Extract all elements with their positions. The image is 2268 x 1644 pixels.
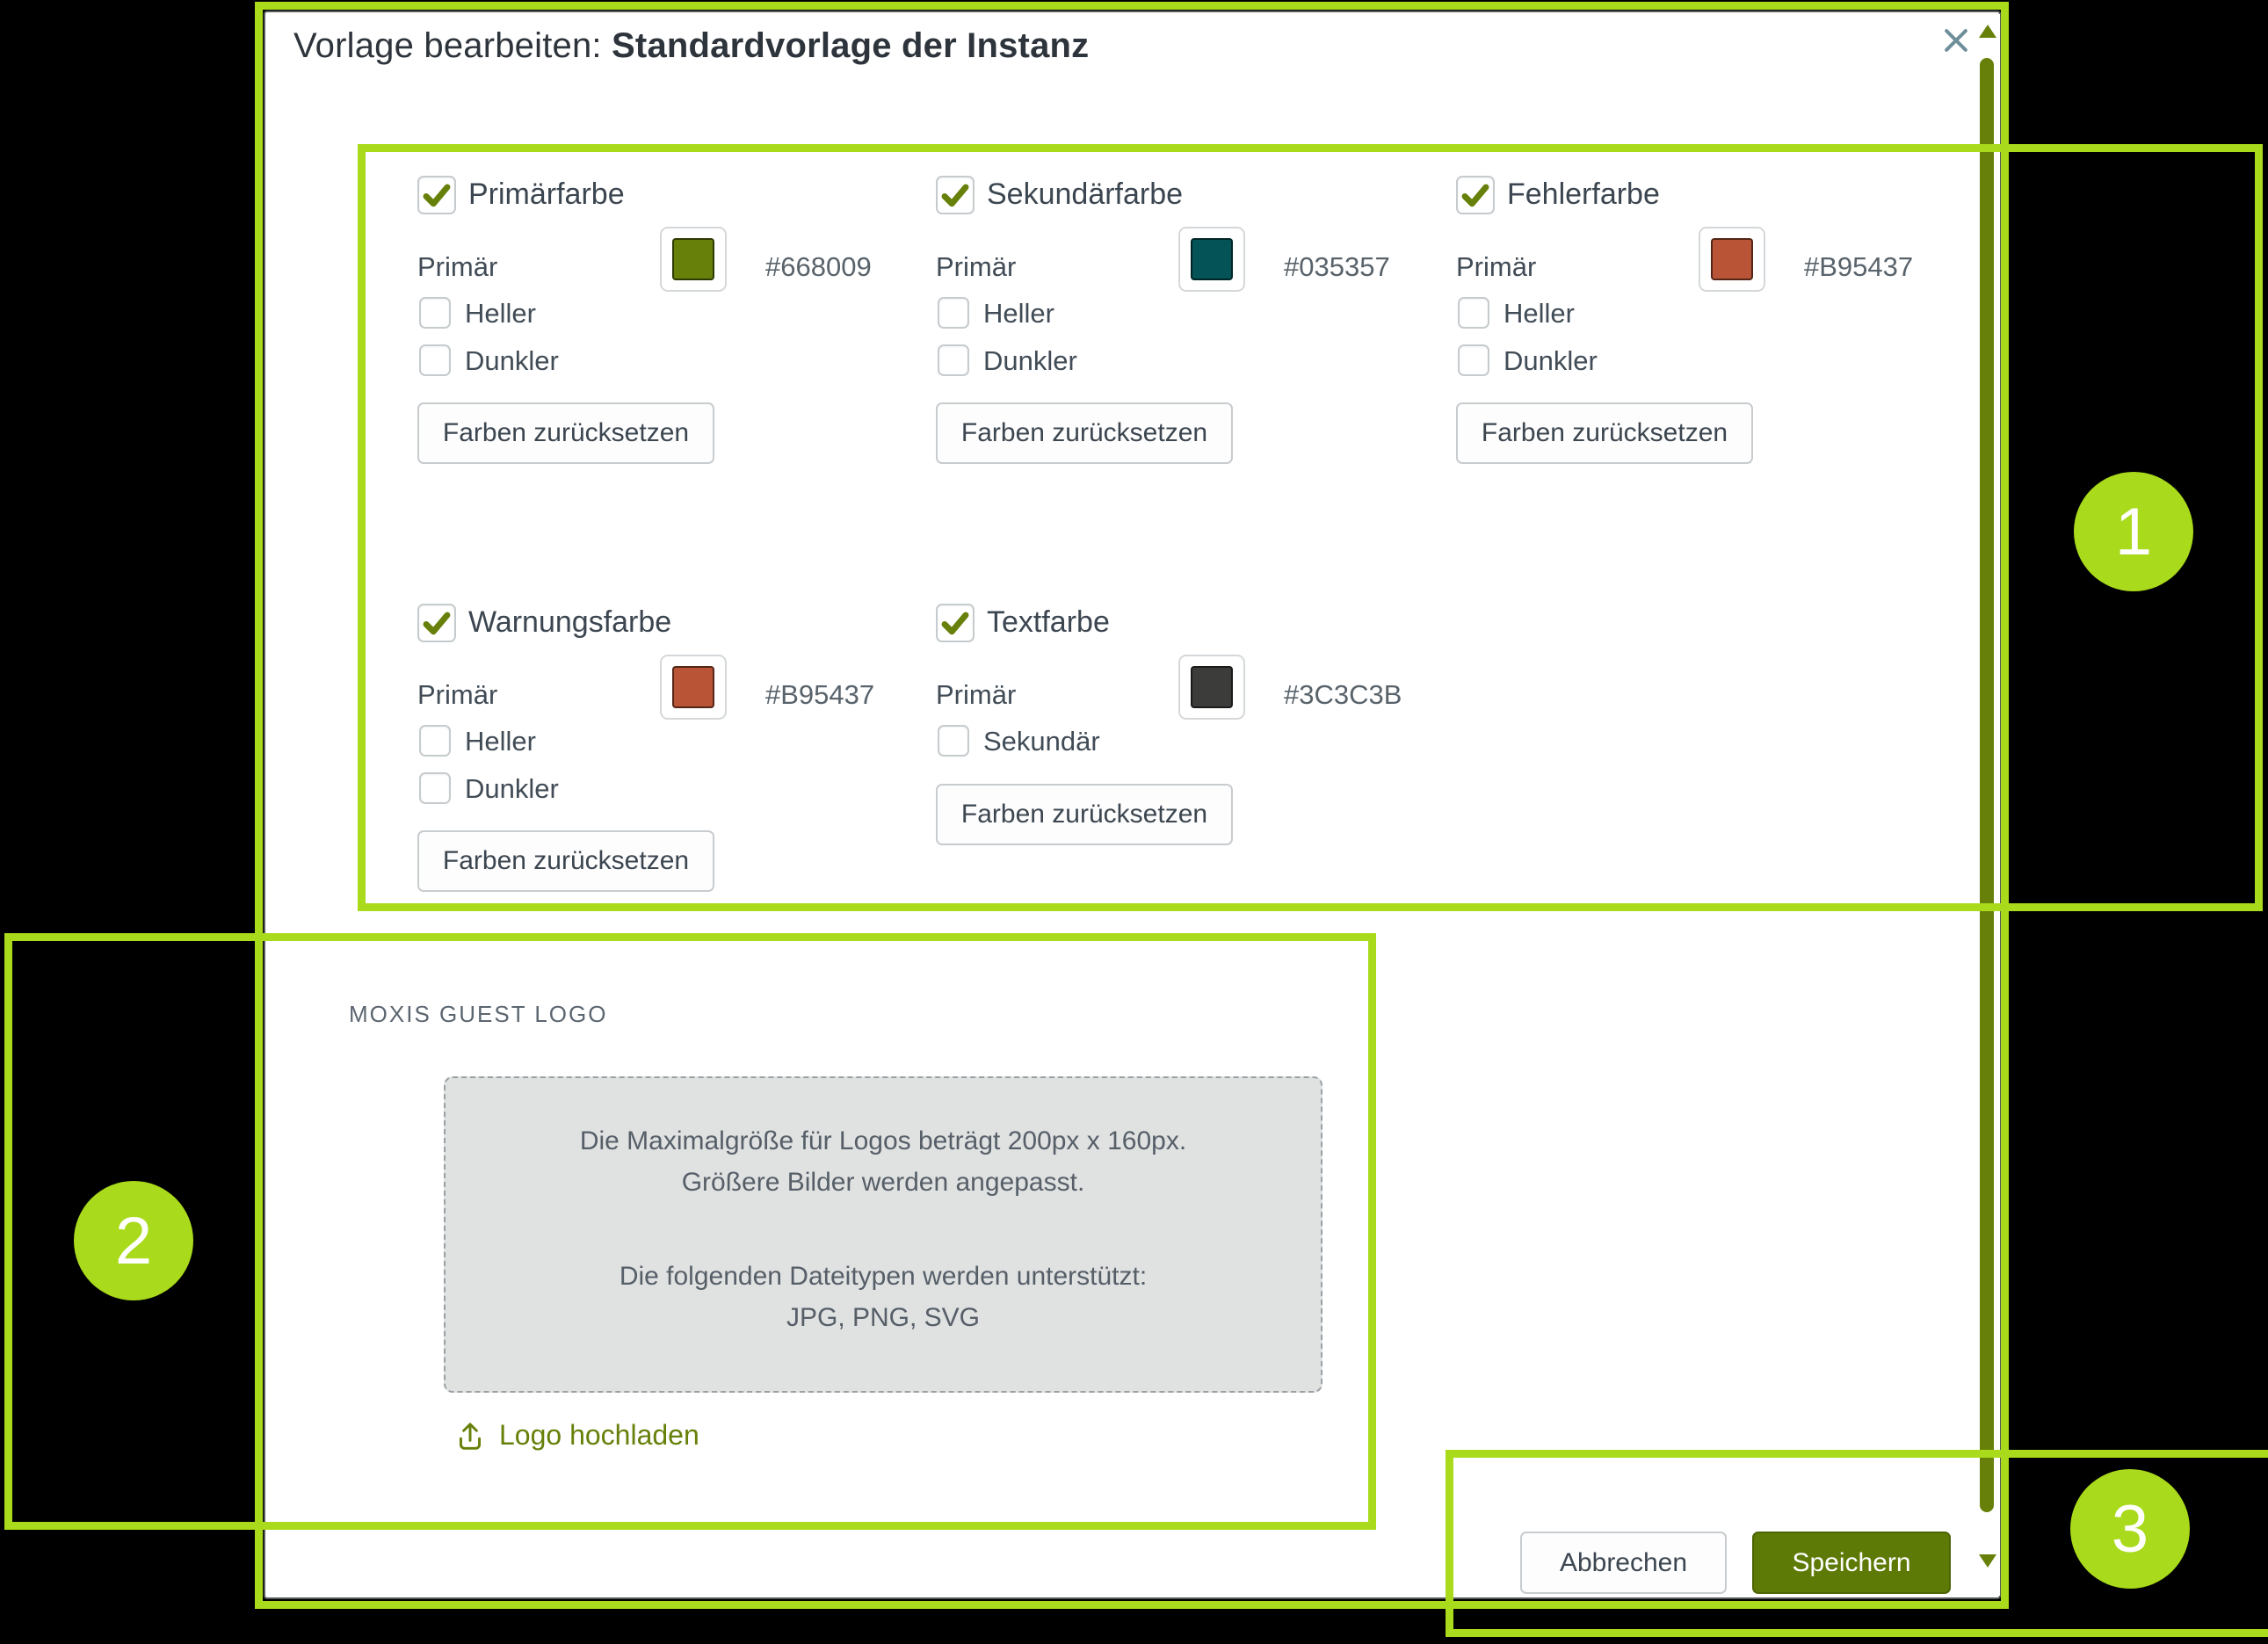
- hex-value: #035357: [1284, 251, 1390, 283]
- sekundaerfarbe-checkbox[interactable]: [936, 176, 975, 214]
- fehlerfarbe-checkbox[interactable]: [1456, 176, 1495, 214]
- color-swatch-button[interactable]: [660, 227, 727, 292]
- logo-section-header: MOXIS GUEST LOGO: [349, 1001, 607, 1028]
- scrollbar-thumb[interactable]: [1980, 58, 1994, 1512]
- heller-label: Heller: [1504, 298, 1575, 330]
- section-label: Warnungsfarbe: [468, 604, 671, 642]
- swatch-label: Primär: [417, 679, 497, 711]
- reset-colors-button[interactable]: Farben zurücksetzen: [417, 402, 714, 464]
- dunkler-checkbox[interactable]: [1458, 344, 1489, 376]
- checkmark-icon: [1460, 179, 1491, 211]
- heller-checkbox[interactable]: [938, 297, 969, 329]
- annotation-badge-1: 1: [2074, 472, 2193, 591]
- dropzone-text-line: JPG, PNG, SVG: [446, 1297, 1321, 1338]
- dunkler-label: Dunkler: [1504, 345, 1598, 377]
- swatch-label: Primär: [1456, 251, 1536, 283]
- checkmark-icon: [421, 607, 453, 639]
- swatch-label: Primär: [936, 679, 1016, 711]
- dunkler-checkbox[interactable]: [419, 344, 451, 376]
- color-swatch: [1191, 238, 1233, 280]
- hex-value: #B95437: [765, 679, 874, 711]
- dunkler-label: Dunkler: [983, 345, 1077, 377]
- sekundaer-checkbox[interactable]: [938, 725, 969, 757]
- dropzone-text-line: Die folgenden Dateitypen werden unterstü…: [446, 1256, 1321, 1297]
- upload-logo-label: Logo hochladen: [499, 1419, 699, 1452]
- section-label: Sekundärfarbe: [987, 176, 1183, 214]
- color-section-warnungsfarbe: Warnungsfarbe Primär #B95437 Heller Dunk…: [417, 604, 914, 894]
- color-swatch: [1711, 238, 1753, 280]
- upload-logo-button[interactable]: Logo hochladen: [453, 1418, 699, 1452]
- color-swatch: [672, 666, 714, 708]
- close-icon: [1938, 23, 1974, 58]
- heller-label: Heller: [983, 298, 1054, 330]
- color-section-sekundaerfarbe: Sekundärfarbe Primär #035357 Heller Dunk…: [936, 176, 1432, 466]
- scroll-up-arrow-icon[interactable]: [1979, 25, 1996, 38]
- swatch-label: Primär: [417, 251, 497, 283]
- sekundaer-label: Sekundär: [983, 726, 1100, 757]
- dunkler-label: Dunkler: [465, 345, 559, 377]
- scrollbar[interactable]: [1975, 14, 2000, 1596]
- color-swatch-button[interactable]: [1178, 655, 1245, 720]
- textfarbe-checkbox[interactable]: [936, 604, 975, 642]
- warnungsfarbe-checkbox[interactable]: [417, 604, 456, 642]
- color-swatch: [672, 238, 714, 280]
- annotation-badge-3: 3: [2070, 1469, 2190, 1589]
- dropzone-text-line: Größere Bilder werden angepasst.: [446, 1162, 1321, 1203]
- swatch-label: Primär: [936, 251, 1016, 283]
- color-swatch-button[interactable]: [1178, 227, 1245, 292]
- hex-value: #668009: [765, 251, 872, 283]
- annotation-badge-2: 2: [74, 1181, 193, 1300]
- section-label: Textfarbe: [987, 604, 1110, 642]
- edit-template-dialog: Vorlage bearbeiten: Standardvorlage der …: [264, 11, 2001, 1599]
- checkmark-icon: [939, 179, 971, 211]
- color-section-fehlerfarbe: Fehlerfarbe Primär #B95437 Heller Dunkle…: [1456, 176, 1953, 466]
- reset-colors-button[interactable]: Farben zurücksetzen: [1456, 402, 1753, 464]
- reset-colors-button[interactable]: Farben zurücksetzen: [417, 830, 714, 892]
- close-button[interactable]: [1937, 21, 1975, 60]
- primaerfarbe-checkbox[interactable]: [417, 176, 456, 214]
- heller-label: Heller: [465, 726, 536, 757]
- dialog-title-prefix: Vorlage bearbeiten:: [293, 26, 612, 65]
- color-swatch-button[interactable]: [1699, 227, 1765, 292]
- logo-dropzone[interactable]: Die Maximalgröße für Logos beträgt 200px…: [444, 1076, 1322, 1393]
- dialog-title-template-name: Standardvorlage der Instanz: [612, 26, 1089, 65]
- cancel-button[interactable]: Abbrechen: [1520, 1532, 1727, 1594]
- upload-icon: [453, 1418, 487, 1452]
- color-swatch-button[interactable]: [660, 655, 727, 720]
- hex-value: #B95437: [1804, 251, 1913, 283]
- heller-checkbox[interactable]: [419, 725, 451, 757]
- color-section-primaerfarbe: Primärfarbe Primär #668009 Heller Dunkle…: [417, 176, 914, 466]
- checkmark-icon: [421, 179, 453, 211]
- section-label: Primärfarbe: [468, 176, 625, 214]
- save-button[interactable]: Speichern: [1752, 1532, 1951, 1594]
- checkmark-icon: [939, 607, 971, 639]
- dunkler-label: Dunkler: [465, 773, 559, 805]
- dropzone-text-spacer: [446, 1203, 1321, 1256]
- heller-checkbox[interactable]: [419, 297, 451, 329]
- hex-value: #3C3C3B: [1284, 679, 1402, 711]
- heller-label: Heller: [465, 298, 536, 330]
- color-section-textfarbe: Textfarbe Primär #3C3C3B Sekundär Farben…: [936, 604, 1432, 894]
- reset-colors-button[interactable]: Farben zurücksetzen: [936, 784, 1233, 845]
- color-swatch: [1191, 666, 1233, 708]
- section-label: Fehlerfarbe: [1507, 176, 1660, 214]
- heller-checkbox[interactable]: [1458, 297, 1489, 329]
- dropzone-text-line: Die Maximalgröße für Logos beträgt 200px…: [446, 1120, 1321, 1162]
- reset-colors-button[interactable]: Farben zurücksetzen: [936, 402, 1233, 464]
- dunkler-checkbox[interactable]: [419, 772, 451, 804]
- dialog-title: Vorlage bearbeiten: Standardvorlage der …: [293, 26, 1089, 66]
- dunkler-checkbox[interactable]: [938, 344, 969, 376]
- scroll-down-arrow-icon[interactable]: [1979, 1554, 1996, 1568]
